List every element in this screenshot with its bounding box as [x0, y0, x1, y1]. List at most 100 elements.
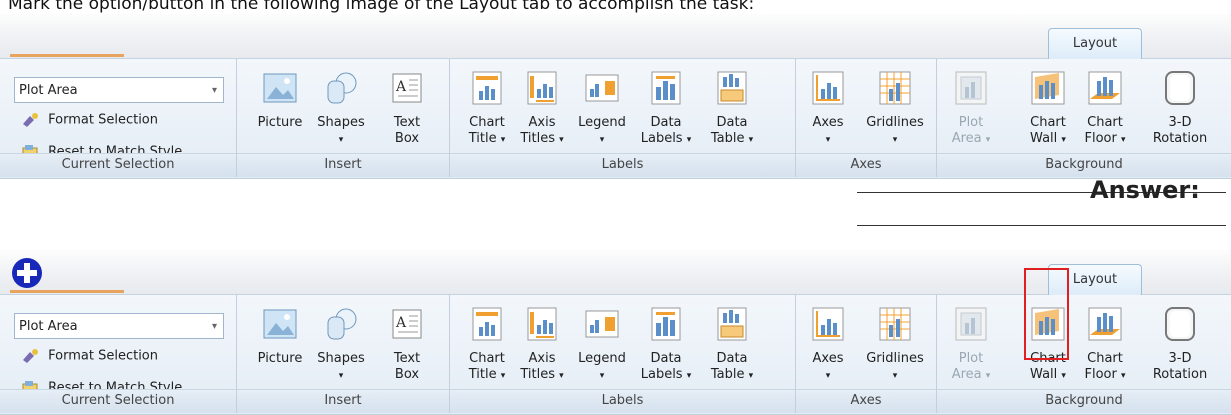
- data-labels-icon: [651, 307, 681, 341]
- chart-wall-dropdown-icon: ▾: [1061, 135, 1066, 145]
- data-table-button[interactable]: Data Table ▾: [702, 305, 762, 384]
- plot-area-dropdown-icon: ▾: [985, 135, 991, 145]
- group-background: Plot Area ▾ Chart Wall ▾ Chart Floor ▾ 3-D R…: [937, 59, 1231, 177]
- 3d-rotation-button[interactable]: 3-D Rotation: [1149, 305, 1211, 383]
- picture-label: Picture: [257, 115, 303, 130]
- shapes-icon: [327, 72, 357, 104]
- axes-dropdown-icon: ▾: [825, 135, 831, 145]
- chevron-down-icon: ▾: [211, 85, 217, 96]
- chart-title-button[interactable]: Chart Title ▾: [462, 305, 512, 384]
- axes-button[interactable]: Axes ▾: [806, 69, 850, 148]
- picture-icon: [263, 73, 297, 103]
- axes-icon: [812, 71, 844, 105]
- chart-floor-button[interactable]: Chart Floor ▾: [1079, 69, 1131, 148]
- chart-element-dropdown[interactable]: Plot Area ▾: [14, 313, 224, 339]
- group-label-background: Background: [937, 153, 1231, 177]
- chart-wall-icon: [1031, 71, 1065, 105]
- format-selection-icon: [23, 113, 38, 127]
- plot-area-button[interactable]: Plot Area ▾: [949, 69, 993, 148]
- axes-button[interactable]: Axes ▾: [806, 305, 850, 384]
- chart-floor-icon: [1088, 71, 1122, 105]
- chart-title-label-line1: Chart: [469, 115, 505, 130]
- data-table-label-line1: Data: [716, 351, 748, 366]
- chart-title-label-line2: Title: [468, 131, 497, 146]
- text-box-label-line2: Box: [394, 367, 420, 382]
- shapes-dropdown-icon: ▾: [338, 371, 344, 381]
- group-label-background: Background: [937, 389, 1231, 413]
- chart-wall-button[interactable]: Chart Wall ▾: [1025, 69, 1071, 148]
- data-table-button[interactable]: Data Table ▾: [702, 69, 762, 148]
- axis-titles-icon: [527, 71, 557, 105]
- plot-area-icon: [955, 307, 987, 341]
- axis-titles-label-line2: Titles: [520, 131, 555, 146]
- axis-titles-label-line2: Titles: [520, 367, 555, 382]
- group-background: Plot Area ▾ Chart Wall ▾ Chart Floor ▾ 3-D R…: [937, 295, 1231, 413]
- data-table-label-line2: Table: [710, 131, 745, 146]
- ribbon-question: Layout Plot Area ▾ Format Selection Rese…: [0, 14, 1231, 179]
- text-box-label-line2: Box: [394, 131, 420, 146]
- axis-titles-label-line1: Axis: [528, 115, 556, 130]
- data-labels-label-line1: Data: [650, 115, 682, 130]
- picture-icon: [263, 309, 297, 339]
- legend-button[interactable]: Legend ▾: [574, 305, 630, 384]
- picture-button[interactable]: Picture: [255, 305, 305, 367]
- axes-icon: [812, 307, 844, 341]
- data-labels-icon: [651, 71, 681, 105]
- chart-title-label-line1: Chart: [469, 351, 505, 366]
- chart-wall-dropdown-icon: ▾: [1061, 371, 1066, 381]
- data-labels-button[interactable]: Data Labels ▾: [636, 305, 696, 384]
- gridlines-icon: [879, 71, 911, 105]
- chart-title-button[interactable]: Chart Title ▾: [462, 69, 512, 148]
- text-box-button[interactable]: A Text Box: [385, 69, 429, 147]
- plot-area-label-line2: Area: [951, 367, 982, 382]
- data-table-icon: [717, 307, 747, 341]
- axes-dropdown-icon: ▾: [825, 371, 831, 381]
- group-axes: Axes ▾ Gridlines ▾ Axes: [796, 295, 937, 413]
- answer-highlight-box: [1024, 268, 1069, 360]
- data-table-icon: [717, 71, 747, 105]
- data-table-dropdown-icon: ▾: [748, 135, 754, 145]
- axis-titles-dropdown-icon: ▾: [559, 371, 564, 381]
- data-table-dropdown-icon: ▾: [748, 371, 754, 381]
- legend-button[interactable]: Legend ▾: [574, 69, 630, 148]
- tab-layout[interactable]: Layout: [1048, 28, 1142, 60]
- data-table-label-line1: Data: [716, 115, 748, 130]
- legend-label: Legend: [578, 351, 626, 366]
- gridlines-button[interactable]: Gridlines ▾: [862, 305, 928, 384]
- plot-area-label-line1: Plot: [958, 351, 984, 366]
- chart-element-dropdown[interactable]: Plot Area ▾: [14, 77, 224, 103]
- gridlines-label: Gridlines: [866, 351, 924, 366]
- format-selection-label: Format Selection: [48, 112, 158, 128]
- group-label-axes: Axes: [796, 389, 936, 413]
- legend-icon: [585, 74, 619, 102]
- axis-titles-button[interactable]: Axis Titles ▾: [516, 69, 568, 148]
- format-selection-button[interactable]: Format Selection: [20, 347, 158, 365]
- chart-floor-button[interactable]: Chart Floor ▾: [1079, 305, 1131, 384]
- 3d-rotation-button[interactable]: 3-D Rotation: [1149, 69, 1211, 147]
- svg-text:A: A: [395, 315, 407, 331]
- data-labels-button[interactable]: Data Labels ▾: [636, 69, 696, 148]
- axis-titles-button[interactable]: Axis Titles ▾: [516, 305, 568, 384]
- group-current-selection: Plot Area ▾ Format Selection Reset to Ma…: [0, 295, 237, 413]
- format-selection-button[interactable]: Format Selection: [20, 111, 158, 129]
- text-box-label-line1: Text: [393, 351, 421, 366]
- ribbon-band: Plot Area ▾ Format Selection Reset to Ma…: [0, 59, 1231, 179]
- picture-button[interactable]: Picture: [255, 69, 305, 131]
- text-box-button[interactable]: A Text Box: [385, 305, 429, 383]
- gridlines-button[interactable]: Gridlines ▾: [862, 69, 928, 148]
- format-selection-icon: [23, 349, 38, 363]
- chart-floor-label-line2: Floor: [1084, 131, 1117, 146]
- data-labels-label-line2: Labels: [640, 367, 683, 382]
- 3d-rotation-label-line1: 3-D: [1168, 351, 1192, 366]
- chart-title-icon: [472, 71, 502, 105]
- chart-wall-label-line2: Wall: [1030, 131, 1058, 146]
- group-label-current-selection: Current Selection: [0, 389, 236, 413]
- axes-label: Axes: [812, 351, 844, 366]
- plot-area-button[interactable]: Plot Area ▾: [949, 305, 993, 384]
- text-box-icon: A: [392, 309, 422, 339]
- chart-floor-label-line1: Chart: [1087, 115, 1123, 130]
- shapes-button[interactable]: Shapes ▾: [311, 305, 371, 384]
- axis-titles-label-line1: Axis: [528, 351, 556, 366]
- chart-wall-label-line2: Wall: [1030, 367, 1058, 382]
- shapes-button[interactable]: Shapes ▾: [311, 69, 371, 148]
